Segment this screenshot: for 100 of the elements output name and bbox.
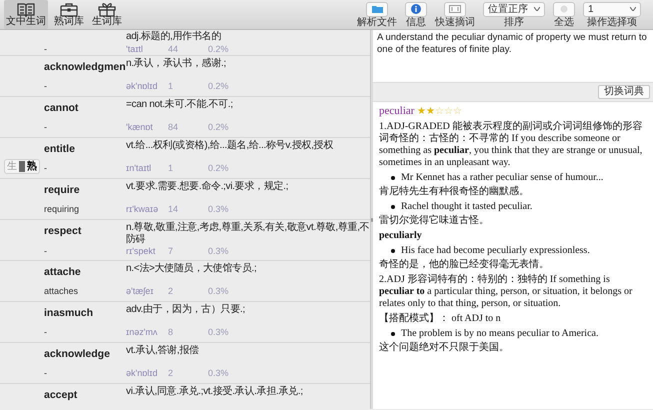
count-text: 7	[168, 245, 174, 258]
translation-text: 奇怪的是，他的脸已经变得毫无表情。	[379, 259, 550, 272]
toggle-switch[interactable]: 生 熟	[4, 159, 40, 174]
info-icon	[411, 4, 421, 14]
translation-text: 肯尼特先生有种很奇怪的幽默感。	[379, 186, 530, 198]
sentence-text: A understand the peculiar dynamic of property we must return to one of the features of finite play.	[376, 31, 648, 57]
inflection-text: -	[44, 42, 48, 56]
toolbar-label: 操作选择项	[587, 18, 637, 28]
count-text: 1	[168, 162, 174, 174]
phonetic-text: rɪ'kwaɪə	[126, 202, 160, 216]
toolbar-button[interactable]	[366, 2, 388, 16]
percent-text: 0.2%	[208, 120, 229, 134]
inflection-text: -	[44, 162, 48, 174]
word-text: acknowledgmen	[44, 61, 126, 74]
phonetic-text: ɪn'taɪtl	[126, 162, 152, 174]
word-text: entitle	[44, 143, 75, 156]
circle-icon	[560, 5, 568, 13]
count-text: 84	[168, 120, 180, 134]
caret-icon	[630, 7, 636, 11]
translation-text: 雷切尔觉得它味道古怪。	[379, 215, 490, 228]
bullet-icon	[391, 249, 395, 254]
toolbar-button[interactable]	[444, 2, 466, 16]
inflection-text: -	[44, 245, 48, 258]
definition-text: adj.标题的,用作书名的	[126, 31, 222, 42]
definition-paragraph: 1.ADJ-GRADED 能被表示程度的副词或介词词组修饰的形容词奇怪的：古怪的：不寻常的 If you describe someone or something as peculiar, you think that they are strange or unusual, sometimes in an unpleasant way.	[379, 121, 644, 170]
example-sentence: Mr Kennet has a rather peculiar sense of humour...	[401, 172, 604, 184]
splitter-handle[interactable]	[371, 218, 373, 222]
word-text: inasmuch	[44, 307, 94, 320]
definition-text: vi.承认,同意.承兑.;vt.接受.承认.承担.承兑.;	[126, 386, 304, 399]
percent-text: 0.3%	[208, 326, 229, 338]
switch-dictionary-button[interactable]: 切换词典	[598, 85, 650, 99]
percent-text: 0.2%	[208, 42, 229, 56]
word-text: attache	[44, 266, 81, 280]
headword: peculiar	[379, 105, 414, 117]
definition-text: adv.由于，因为，古）只要.;	[126, 304, 246, 317]
pattern-text: 【搭配模式】： oft ADJ to n	[379, 313, 502, 326]
definition-text: n.承认，承认书，感谢.;	[126, 58, 227, 71]
phonetic-text: rɪ'spekt	[126, 245, 156, 258]
subheading: peculiarly	[379, 230, 423, 242]
toolbar-label: 排序	[504, 18, 524, 28]
count-text: 8	[168, 326, 174, 338]
inflection-text: -	[44, 120, 48, 134]
word-text: accept	[44, 389, 78, 402]
frame-icon	[449, 5, 461, 13]
bullet-icon	[391, 332, 395, 336]
count-text: 2	[168, 284, 174, 298]
word-text: acknowledge	[44, 348, 110, 362]
count-text: 44	[168, 42, 180, 56]
phonetic-text: 'taɪtl	[126, 42, 144, 56]
definition-text: vt.给...权利(或资格),给...题名,给...称号v.授权,授权	[126, 140, 334, 153]
count-text: 2	[168, 366, 174, 380]
caret-icon	[534, 7, 540, 11]
toolbar-button[interactable]	[405, 2, 427, 16]
toolbar-label: 信息	[406, 18, 426, 28]
word-text: respect	[44, 225, 82, 238]
inflection-text: requiring	[44, 202, 80, 216]
toolbar-label: 快速摘词	[435, 18, 475, 28]
book-icon	[17, 2, 35, 17]
toolbar-tab[interactable]: 熟词库	[52, 0, 86, 29]
percent-text: 0.3%	[208, 202, 229, 216]
inflection-text: -	[44, 326, 48, 338]
word-text: require	[44, 184, 80, 198]
toolbar-tab[interactable]: 文中生词	[4, 0, 48, 29]
definition-text: n.尊敬,敬重,注意,考虑,尊重,关系,有关,敬意vt.尊敬,尊重,不防碍	[126, 222, 370, 245]
count-text: 14	[168, 202, 180, 216]
percent-text: 0.3%	[208, 366, 229, 380]
inflection-text: -	[44, 366, 48, 380]
select-all-checkbox[interactable]	[553, 2, 575, 16]
example-sentence: His face had become peculiarly expressionless.	[401, 245, 590, 258]
percent-text: 0.3%	[208, 245, 229, 258]
bullet-icon	[391, 205, 395, 210]
definition-text: n.<法>大使随员，大使馆专员.;	[126, 263, 258, 276]
briefcase-icon	[60, 2, 78, 17]
definition-text: =can not.未可.不能.不可.;	[126, 99, 234, 112]
word-text: cannot	[44, 102, 78, 116]
inflection-text: attaches	[44, 284, 80, 298]
definition-text: vt.要求.需要.想要.命令.;vi.要求，规定.;	[126, 181, 290, 194]
definition-text: vt.承认,答谢,报偿	[126, 345, 200, 358]
example-sentence: The problem is by no means peculiar to America.	[401, 328, 598, 340]
toolbar-label: 全选	[554, 18, 574, 28]
dropdown[interactable]: 位置正序	[483, 2, 545, 16]
example-sentence: Rachel thought it tasted peculiar.	[401, 201, 532, 214]
star-rating: ★★☆☆☆	[416, 106, 462, 117]
toggle-option[interactable]: 熟	[27, 161, 37, 172]
folder-icon	[372, 5, 382, 13]
definition-paragraph: 2.ADJ 形容词特有的：特别的：独特的 If something is peculiar to a particular thing, person, or situation, it belongs or relates only to that thing, person, or situation.	[379, 274, 634, 310]
percent-text: 0.2%	[208, 80, 229, 92]
toolbar-label: 解析文件	[357, 18, 397, 28]
phonetic-text: ək'nɒlɪd	[126, 366, 158, 380]
toolbar-tab[interactable]: 生词库	[90, 0, 124, 29]
phonetic-text: 'kænɒt	[126, 120, 154, 134]
phonetic-text: ə'tæʃeɪ	[126, 284, 154, 298]
phonetic-text: ək'nɒlɪd	[126, 80, 158, 92]
dropdown[interactable]: 1	[583, 2, 641, 16]
phonetic-text: ɪnəz'mʌ	[126, 326, 158, 338]
inflection-text: -	[44, 80, 48, 92]
percent-text: 0.3%	[208, 284, 229, 298]
percent-text: 0.2%	[208, 162, 229, 174]
bullet-icon	[391, 176, 395, 180]
translation-text: 这个问题绝对不只限于美国。	[379, 342, 510, 354]
